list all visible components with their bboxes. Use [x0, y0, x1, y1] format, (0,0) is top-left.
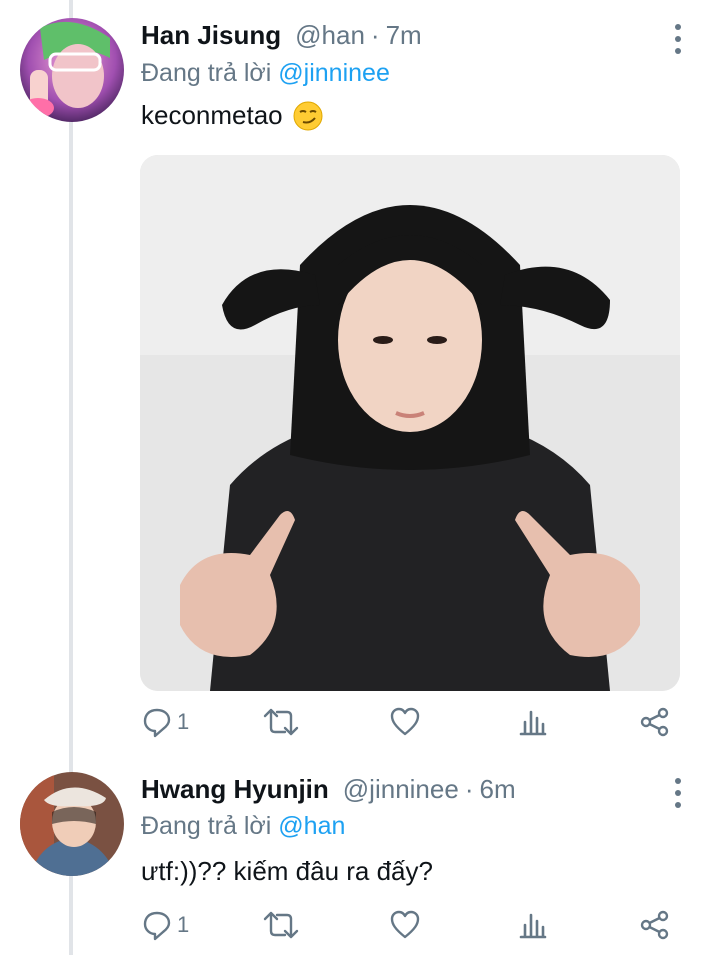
tweet-header: Hwang Hyunjin @jinninee · 6m [141, 774, 516, 805]
replying-prefix: Đang trả lời [141, 59, 279, 87]
share-button[interactable] [639, 907, 671, 943]
heart-icon [389, 909, 421, 941]
analytics-icon [517, 706, 549, 738]
reply-icon [141, 909, 173, 941]
user-handle[interactable]: @han [295, 20, 365, 51]
tweet-actions: 1 [141, 704, 681, 744]
reply-icon [141, 706, 173, 738]
replying-to-line: Đang trả lời @jinninee [141, 59, 390, 88]
like-button[interactable] [389, 704, 421, 740]
tweet-actions: 1 [141, 907, 681, 947]
retweet-icon [263, 706, 299, 738]
separator-dot: · [464, 774, 474, 804]
reply-count: 1 [177, 912, 190, 937]
replying-mention-link[interactable]: @han [278, 812, 345, 840]
reply-button[interactable]: 1 [141, 907, 189, 943]
tweet-text-content: keconmetao [141, 100, 283, 130]
share-icon [639, 909, 671, 941]
display-name[interactable]: Hwang Hyunjin [141, 774, 329, 805]
avatar-hwang-hyunjin[interactable] [20, 772, 124, 876]
analytics-button[interactable] [517, 907, 549, 943]
tweet-han-jisung[interactable]: Han Jisung @han · 7m Đang trả lời @jinni… [0, 0, 720, 760]
smirk-emoji-icon [293, 101, 323, 131]
tweet-hwang-hyunjin[interactable]: Hwang Hyunjin @jinninee · 6m Đang trả lờ… [0, 760, 720, 955]
like-button[interactable] [389, 907, 421, 943]
display-name[interactable]: Han Jisung [141, 20, 281, 51]
share-icon [639, 706, 671, 738]
reply-button[interactable]: 1 [141, 704, 189, 740]
replying-to-line: Đang trả lời @han [141, 812, 345, 841]
share-button[interactable] [639, 704, 671, 740]
reply-count: 1 [177, 709, 190, 734]
user-handle[interactable]: @jinninee [343, 774, 459, 805]
retweet-button[interactable] [263, 907, 299, 943]
tweet-photo[interactable] [140, 155, 680, 691]
avatar-han-jisung[interactable] [20, 18, 124, 122]
separator-dot: · [370, 20, 380, 50]
analytics-icon [517, 909, 549, 941]
more-options-icon[interactable] [668, 24, 688, 54]
tweet-header: Han Jisung @han · 7m [141, 20, 422, 51]
heart-icon [389, 706, 421, 738]
retweet-icon [263, 909, 299, 941]
timestamp[interactable]: 6m [479, 774, 515, 805]
tweet-text: keconmetao [141, 100, 323, 131]
retweet-button[interactable] [263, 704, 299, 740]
more-options-icon[interactable] [668, 778, 688, 808]
replying-mention-link[interactable]: @jinninee [278, 59, 390, 87]
tweet-text: ưtf:))?? kiếm đâu ra đấy? [141, 856, 433, 886]
analytics-button[interactable] [517, 704, 549, 740]
timestamp[interactable]: 7m [386, 20, 422, 51]
replying-prefix: Đang trả lời [141, 812, 279, 840]
